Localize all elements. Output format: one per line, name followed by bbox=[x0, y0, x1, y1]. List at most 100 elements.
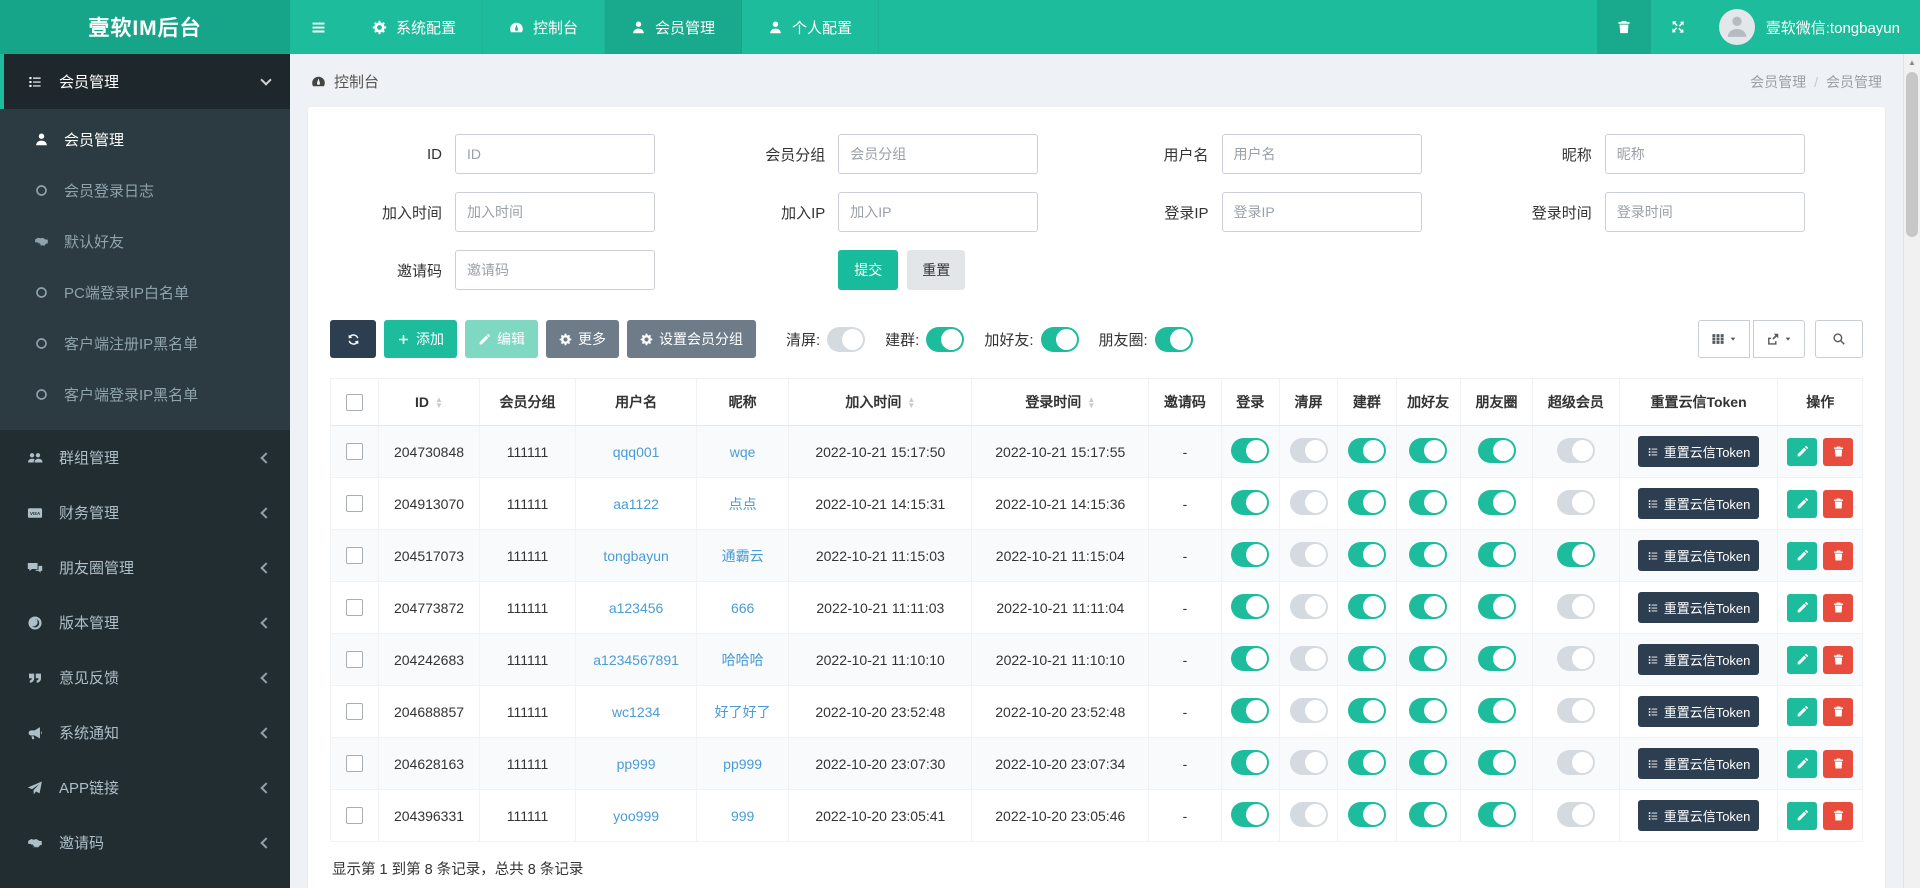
toggle-clear_screen[interactable] bbox=[1289, 593, 1328, 619]
add-button[interactable]: 添加 bbox=[384, 320, 457, 358]
row-checkbox[interactable] bbox=[346, 443, 364, 461]
sidebar-item-invite-code[interactable]: 邀请码 bbox=[0, 815, 290, 870]
edit-row-button[interactable] bbox=[1787, 697, 1818, 726]
toggle-login[interactable] bbox=[1231, 697, 1270, 723]
sort-icon[interactable]: ▲ ▼ bbox=[435, 396, 443, 410]
breadcrumb-item[interactable]: 会员管理 bbox=[1826, 72, 1882, 92]
reset-token-button[interactable]: 重置云信Token bbox=[1637, 696, 1760, 727]
row-checkbox[interactable] bbox=[346, 495, 364, 513]
user-menu[interactable]: 壹软微信:tongbayun bbox=[1705, 0, 1920, 54]
edit-row-button[interactable] bbox=[1787, 801, 1818, 830]
toggle-create_group[interactable] bbox=[1347, 593, 1386, 619]
row-checkbox[interactable] bbox=[346, 547, 364, 565]
toggle-add_friend[interactable] bbox=[1409, 541, 1448, 567]
username-link[interactable]: aa1122 bbox=[613, 496, 659, 512]
toggle-super_member[interactable] bbox=[1556, 697, 1595, 723]
nav-item-system-config[interactable]: 系统配置 bbox=[346, 0, 484, 54]
toggle-add_friend[interactable] bbox=[1409, 697, 1448, 723]
delete-row-button[interactable] bbox=[1823, 437, 1854, 466]
col-id[interactable]: ID ▲ ▼ bbox=[378, 378, 480, 426]
delete-row-button[interactable] bbox=[1823, 645, 1854, 674]
toggle-add_friend[interactable] bbox=[1409, 645, 1448, 671]
fullscreen-button[interactable] bbox=[1651, 0, 1705, 54]
toggle-add_friend[interactable] bbox=[1409, 437, 1448, 463]
select-all-checkbox[interactable] bbox=[346, 393, 364, 411]
breadcrumb-item[interactable]: 会员管理 bbox=[1750, 72, 1806, 92]
toggle-moments[interactable] bbox=[1154, 326, 1193, 352]
nav-item-console[interactable]: 控制台 bbox=[483, 0, 606, 54]
sort-icon[interactable]: ▲ ▼ bbox=[1087, 396, 1095, 410]
toggle-clear_screen[interactable] bbox=[1289, 801, 1328, 827]
delete-row-button[interactable] bbox=[1823, 697, 1854, 726]
scrollbar[interactable]: ▲ bbox=[1903, 54, 1920, 888]
reset-token-button[interactable]: 重置云信Token bbox=[1637, 488, 1760, 519]
toggle-super_member[interactable] bbox=[1556, 801, 1595, 827]
row-checkbox[interactable] bbox=[346, 807, 364, 825]
toggle-create_group[interactable] bbox=[1347, 749, 1386, 775]
sidebar-subitem-default-friends[interactable]: 默认好友 bbox=[0, 216, 290, 267]
toggle-add-friend[interactable] bbox=[1040, 326, 1079, 352]
filter-input-login-ip[interactable] bbox=[1221, 192, 1422, 232]
toggle-clear-screen[interactable] bbox=[827, 326, 866, 352]
refresh-button[interactable] bbox=[330, 320, 376, 358]
filter-input-invite-code[interactable] bbox=[455, 250, 655, 290]
sidebar-toggle-button[interactable] bbox=[290, 0, 346, 54]
sidebar-item-feedback[interactable]: 意见反馈 bbox=[0, 650, 290, 705]
toggle-create_group[interactable] bbox=[1347, 645, 1386, 671]
toggle-super_member[interactable] bbox=[1556, 541, 1595, 567]
reset-token-button[interactable]: 重置云信Token bbox=[1637, 748, 1760, 779]
nickname-link[interactable]: wqe bbox=[730, 444, 756, 460]
sidebar-item-member-management[interactable]: 会员管理 bbox=[0, 54, 290, 109]
delete-row-button[interactable] bbox=[1823, 541, 1854, 570]
username-link[interactable]: wc1234 bbox=[612, 704, 660, 720]
sidebar-subitem-client-login-ip-blacklist[interactable]: 客户端登录IP黑名单 bbox=[0, 369, 290, 420]
row-checkbox[interactable] bbox=[346, 703, 364, 721]
reset-token-button[interactable]: 重置云信Token bbox=[1637, 436, 1760, 467]
toggle-add_friend[interactable] bbox=[1409, 749, 1448, 775]
col-login_time[interactable]: 登录时间 ▲ ▼ bbox=[971, 378, 1150, 426]
filter-input-login-time[interactable] bbox=[1604, 192, 1805, 232]
edit-row-button[interactable] bbox=[1787, 541, 1818, 570]
nickname-link[interactable]: pp999 bbox=[723, 756, 762, 772]
edit-row-button[interactable] bbox=[1787, 593, 1818, 622]
username-link[interactable]: qqq001 bbox=[613, 444, 660, 460]
reset-token-button[interactable]: 重置云信Token bbox=[1637, 644, 1760, 675]
toggle-moments[interactable] bbox=[1477, 541, 1516, 567]
toggle-clear_screen[interactable] bbox=[1289, 645, 1328, 671]
toggle-moments[interactable] bbox=[1477, 801, 1516, 827]
sidebar-item-version-management[interactable]: 版本管理 bbox=[0, 595, 290, 650]
delete-row-button[interactable] bbox=[1823, 489, 1854, 518]
toggle-super_member[interactable] bbox=[1556, 645, 1595, 671]
sidebar-item-moments-management[interactable]: 朋友圈管理 bbox=[0, 540, 290, 595]
submit-button[interactable]: 提交 bbox=[838, 250, 899, 290]
row-checkbox[interactable] bbox=[346, 651, 364, 669]
toggle-super_member[interactable] bbox=[1556, 437, 1595, 463]
username-link[interactable]: a1234567891 bbox=[593, 652, 679, 668]
username-link[interactable]: yoo999 bbox=[613, 808, 659, 824]
nickname-link[interactable]: 点点 bbox=[729, 496, 757, 512]
sidebar-subitem-member-management[interactable]: 会员管理 bbox=[0, 114, 290, 165]
row-checkbox[interactable] bbox=[346, 755, 364, 773]
nickname-link[interactable]: 通霸云 bbox=[722, 548, 764, 564]
toggle-create_group[interactable] bbox=[1347, 801, 1386, 827]
edit-row-button[interactable] bbox=[1787, 437, 1818, 466]
toggle-login[interactable] bbox=[1231, 593, 1270, 619]
columns-button[interactable] bbox=[1698, 320, 1751, 358]
delete-row-button[interactable] bbox=[1823, 749, 1854, 778]
toggle-login[interactable] bbox=[1231, 645, 1270, 671]
reset-token-button[interactable]: 重置云信Token bbox=[1637, 800, 1760, 831]
toggle-moments[interactable] bbox=[1477, 437, 1516, 463]
nickname-link[interactable]: 666 bbox=[731, 600, 754, 616]
nickname-link[interactable]: 999 bbox=[731, 808, 754, 824]
edit-row-button[interactable] bbox=[1787, 645, 1818, 674]
toggle-login[interactable] bbox=[1231, 489, 1270, 515]
toggle-moments[interactable] bbox=[1477, 645, 1516, 671]
sidebar-item-group-management[interactable]: 群组管理 bbox=[0, 430, 290, 485]
delete-row-button[interactable] bbox=[1823, 593, 1854, 622]
toggle-clear_screen[interactable] bbox=[1289, 749, 1328, 775]
edit-row-button[interactable] bbox=[1787, 489, 1818, 518]
toggle-login[interactable] bbox=[1231, 801, 1270, 827]
toggle-login[interactable] bbox=[1231, 541, 1270, 567]
toggle-create_group[interactable] bbox=[1347, 697, 1386, 723]
toggle-clear_screen[interactable] bbox=[1289, 437, 1328, 463]
